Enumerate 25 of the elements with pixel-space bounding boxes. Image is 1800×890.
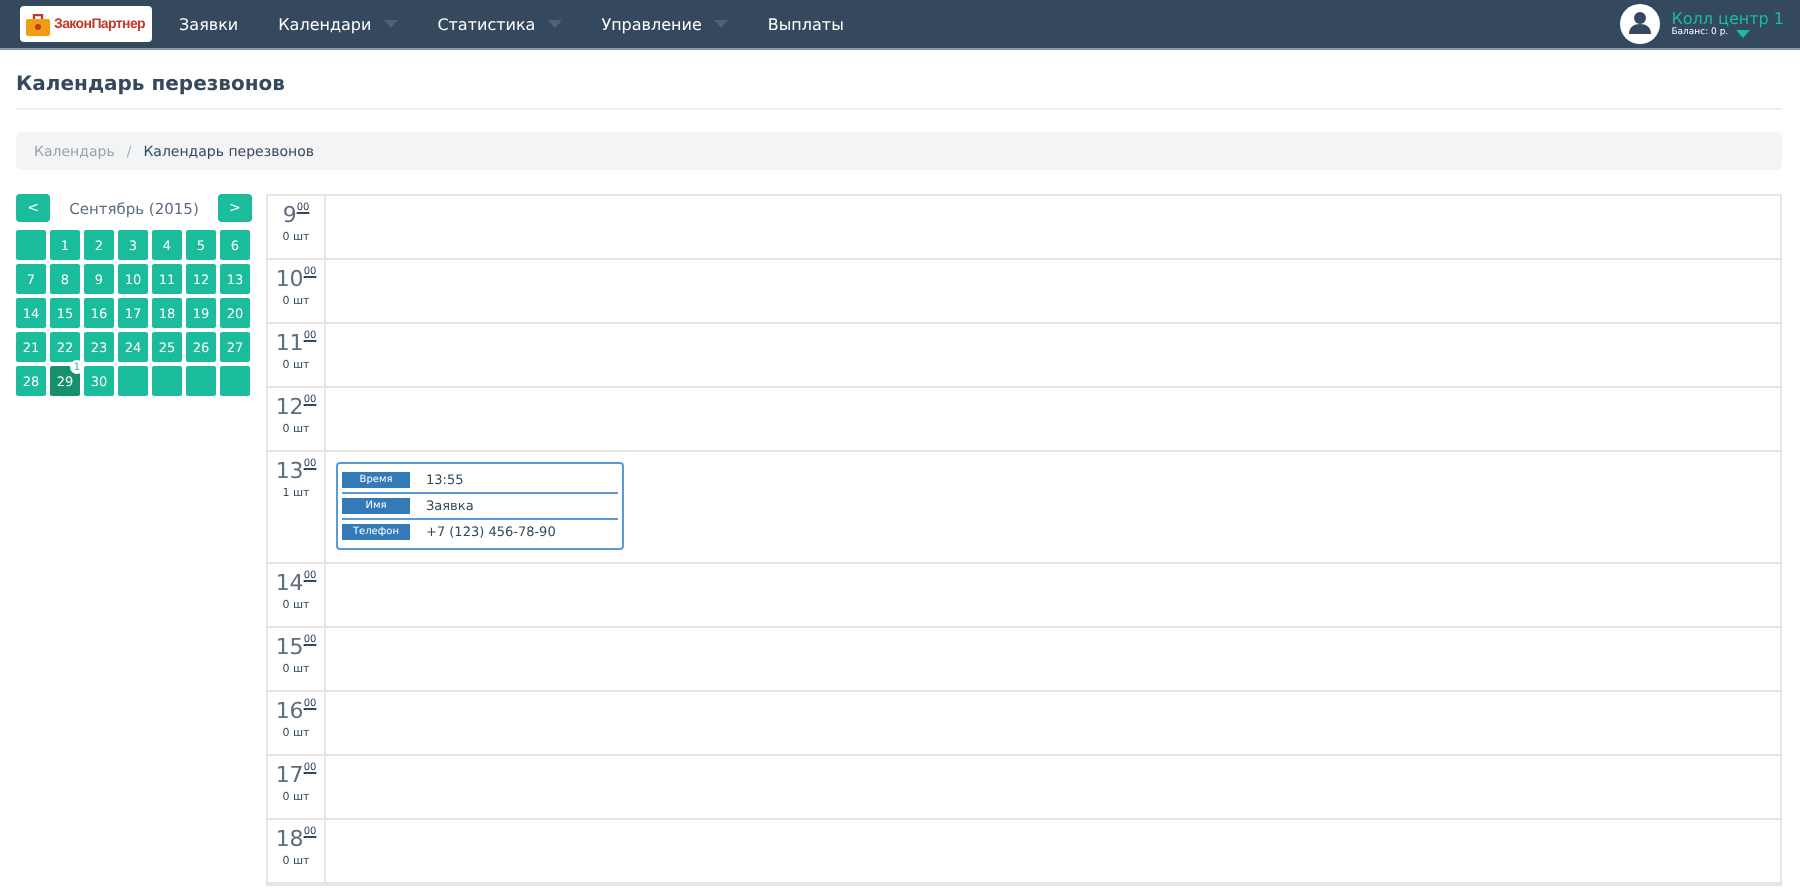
briefcase-icon [26, 13, 50, 35]
empty-day [152, 366, 182, 396]
hour-label: 17 [275, 762, 304, 788]
nav-menu-item[interactable]: Календари [278, 15, 398, 33]
hour-label: 11 [275, 330, 304, 356]
hour-label: 18 [275, 826, 304, 852]
nav-menu-item[interactable]: Управление [601, 15, 728, 33]
user-name[interactable]: Колл центр 1 [1671, 10, 1784, 28]
hour-label: 9 [282, 202, 297, 228]
hour-label: 12 [275, 394, 304, 420]
nav-menu-item[interactable]: Заявки [179, 15, 239, 33]
hour-label: 14 [275, 570, 304, 596]
empty-day [186, 366, 216, 396]
hour-label: 13 [275, 458, 304, 484]
caret-icon[interactable] [1736, 29, 1751, 37]
empty-day [118, 366, 148, 396]
hour-label: 10 [275, 266, 304, 292]
hour-label: 16 [275, 698, 304, 724]
empty-day [220, 366, 250, 396]
page-title: Календарь перезвонов [16, 50, 1782, 110]
empty-day [16, 230, 46, 260]
hour-label: 15 [275, 634, 304, 660]
nav-menu-item[interactable]: Выплаты [767, 15, 844, 33]
user-avatar-icon[interactable] [1619, 4, 1660, 44]
nav-menu-item[interactable]: Статистика [437, 15, 562, 33]
